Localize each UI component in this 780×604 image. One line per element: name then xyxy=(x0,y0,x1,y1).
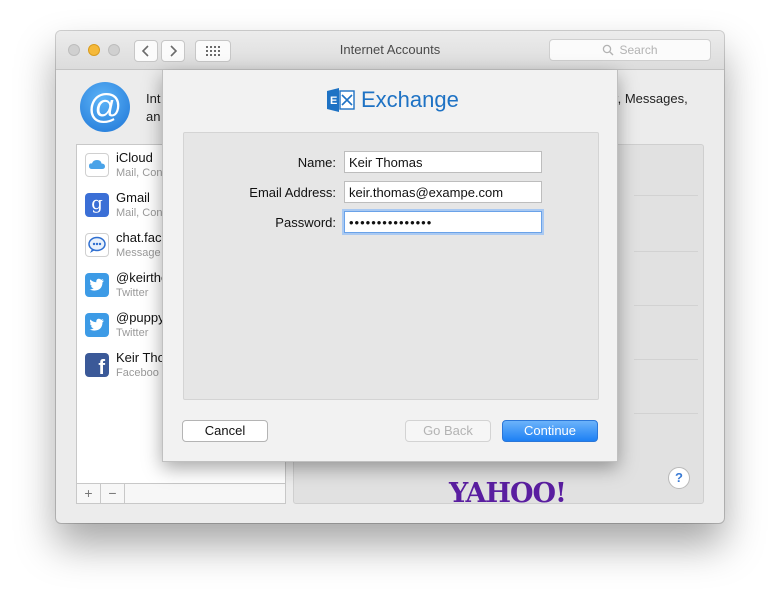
accounts-list-footer: + − xyxy=(77,483,285,503)
provider-divider xyxy=(634,359,698,360)
search-placeholder: Search xyxy=(619,43,658,57)
account-services: Message xyxy=(116,247,161,259)
account-services: Faceboo xyxy=(116,367,159,379)
account-services: Twitter xyxy=(116,287,149,299)
account-name: Gmail xyxy=(116,190,150,205)
account-name: Keir Tho xyxy=(116,350,165,365)
name-label: Name: xyxy=(297,155,336,170)
twitter-icon xyxy=(85,313,109,337)
svg-text:E: E xyxy=(330,95,337,107)
account-form: Name: Email Address: Password: xyxy=(183,132,599,400)
provider-divider xyxy=(634,413,698,414)
account-services: Mail, Con xyxy=(116,207,163,219)
cancel-button[interactable]: Cancel xyxy=(182,420,268,442)
account-services: Mail, Con xyxy=(116,167,163,179)
internet-accounts-at-icon: @ xyxy=(80,82,130,132)
title-bar: Internet Accounts Search xyxy=(56,31,724,70)
google-icon: g xyxy=(85,193,109,217)
search-icon xyxy=(603,44,614,56)
chat-icon xyxy=(85,233,109,257)
account-name: iCloud xyxy=(116,150,153,165)
exchange-brand: E Exchange xyxy=(327,87,459,113)
remove-account-button[interactable]: − xyxy=(101,484,125,503)
password-field[interactable] xyxy=(344,211,542,233)
account-services: Twitter xyxy=(116,327,149,339)
exchange-account-sheet: E Exchange Name: Email Address: Password… xyxy=(162,70,618,462)
help-button[interactable]: ? xyxy=(668,467,690,489)
exchange-title: Exchange xyxy=(361,87,459,112)
exchange-logo-icon: E xyxy=(327,88,355,112)
add-account-button[interactable]: + xyxy=(77,484,101,503)
go-back-button[interactable]: Go Back xyxy=(405,420,491,442)
search-input[interactable]: Search xyxy=(549,39,711,61)
account-name: @puppy xyxy=(116,310,165,325)
email-field[interactable] xyxy=(344,181,542,203)
provider-divider xyxy=(634,251,698,252)
account-name: @keirthe xyxy=(116,270,169,285)
password-label: Password: xyxy=(275,215,336,230)
yahoo-logo[interactable]: YAHOO! xyxy=(449,478,567,509)
intro-right-text: r, Messages, xyxy=(614,91,688,106)
twitter-icon xyxy=(85,273,109,297)
provider-divider xyxy=(634,195,698,196)
continue-button[interactable]: Continue xyxy=(502,420,598,442)
name-field[interactable] xyxy=(344,151,542,173)
email-label: Email Address: xyxy=(249,185,336,200)
facebook-icon: f xyxy=(85,353,109,377)
provider-divider xyxy=(634,305,698,306)
account-name: chat.fac xyxy=(116,230,162,245)
icloud-icon xyxy=(85,153,109,177)
